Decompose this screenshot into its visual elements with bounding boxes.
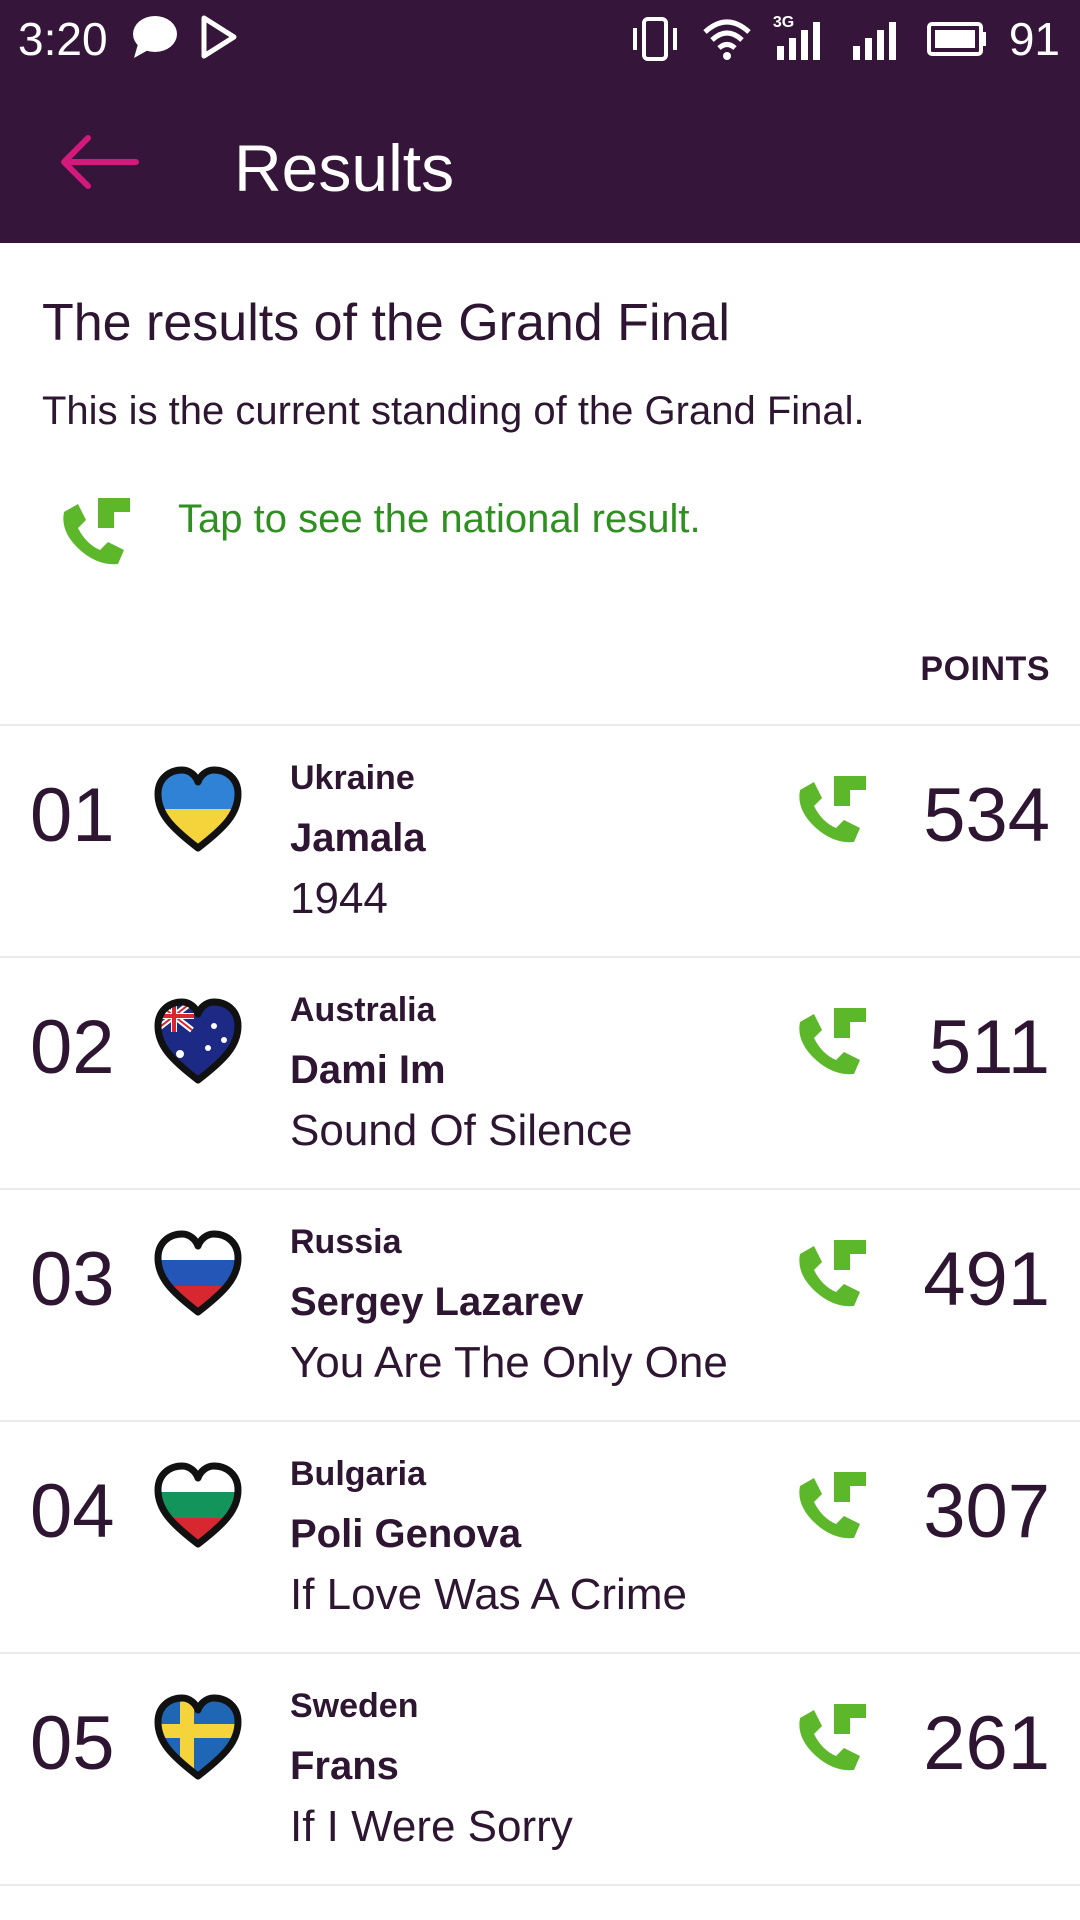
status-time: 3:20 [18,13,108,65]
heart-flag-icon [154,1694,242,1780]
table-row[interactable]: 04 Bulgaria Poli Genova If Love Was A Cr… [0,1422,1080,1652]
phone-callback-icon[interactable] [794,1698,872,1774]
artist-name: Poli Genova [290,1512,522,1556]
wifi-icon [703,19,751,60]
signal-3g: 3G [773,14,829,62]
signal-bars-icon [776,22,820,60]
battery-icon [926,22,986,56]
country-name: Russia [290,1223,402,1261]
status-system-icons: 3G 91 [629,10,1060,68]
song-title: 1944 [290,874,388,923]
section-subtitle: This is the current standing of the Gran… [42,389,865,433]
rank-number: 04 [30,1469,115,1554]
arrow-left-icon [61,135,139,189]
status-notifications [130,14,238,60]
play-store-icon [201,15,237,59]
vibrate-icon [632,17,677,61]
phone-callback-icon[interactable] [794,1234,872,1310]
divider [0,1884,1080,1886]
rank-number: 01 [30,773,115,858]
artist-name: Jamala [290,816,426,860]
status-bar: 3:20 3G 91 [0,0,1080,80]
points-value: 261 [923,1701,1050,1786]
song-title: If Love Was A Crime [290,1570,687,1619]
table-row[interactable]: 02 Australia Dami Im Sound Of Silence 51… [0,958,1080,1188]
rank-number: 03 [30,1237,115,1322]
song-title: If I Were Sorry [290,1802,573,1851]
phone-callback-icon[interactable] [794,1002,872,1078]
heart-flag-icon [154,766,242,852]
points-column-header: POINTS [920,650,1050,688]
country-name: Australia [290,991,436,1029]
national-result-hint[interactable]: Tap to see the national result. [58,492,858,572]
points-value: 491 [923,1237,1050,1322]
artist-name: Frans [290,1744,399,1788]
points-value: 511 [928,1005,1050,1090]
points-value: 534 [923,773,1050,858]
battery-level: 91 [1008,13,1060,65]
section-title: The results of the Grand Final [42,294,730,352]
back-button[interactable] [58,130,142,194]
signal-bars-icon-2 [852,22,896,60]
heart-flag-icon [154,1230,242,1316]
table-row[interactable]: 01 Ukraine Jamala 1944 534 [0,726,1080,956]
country-name: Sweden [290,1687,419,1725]
country-name: Bulgaria [290,1455,427,1493]
country-name: Ukraine [290,759,415,797]
phone-callback-icon[interactable] [794,1466,872,1542]
artist-name: Sergey Lazarev [290,1280,584,1324]
hint-text: Tap to see the national result. [178,497,701,541]
song-title: Sound Of Silence [290,1106,633,1155]
heart-flag-icon [154,1462,242,1548]
artist-name: Dami Im [290,1048,446,1092]
chat-bubble-icon [133,16,177,58]
rank-number: 02 [30,1005,115,1090]
page-title: Results [234,131,455,205]
table-row[interactable]: 03 Russia Sergey Lazarev You Are The Onl… [0,1190,1080,1420]
phone-callback-icon [63,498,130,565]
phone-callback-icon[interactable] [794,770,872,846]
points-value: 307 [923,1469,1050,1554]
rank-number: 05 [30,1701,115,1786]
song-title: You Are The Only One [290,1338,728,1387]
heart-flag-icon [154,998,242,1084]
app-bar: Results [0,80,1080,243]
table-row[interactable]: 05 Sweden Frans If I Were Sorry 261 [0,1654,1080,1884]
